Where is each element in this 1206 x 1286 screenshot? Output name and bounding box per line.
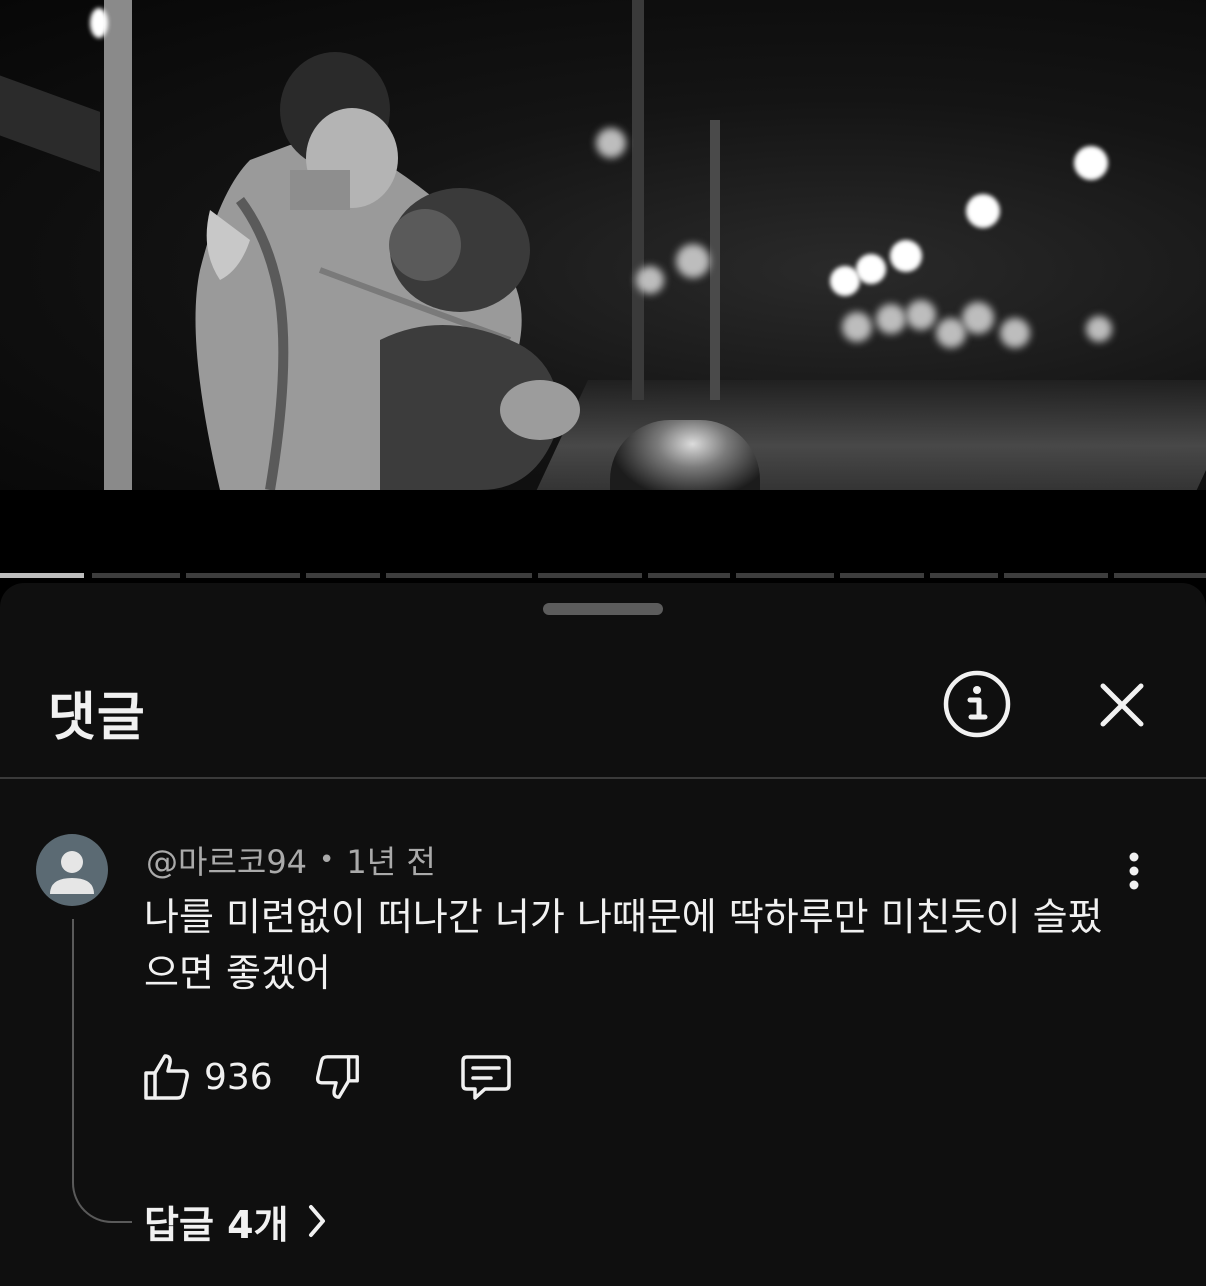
video-progress-bar[interactable]	[0, 573, 1206, 579]
progress-segment	[92, 573, 180, 578]
street-light	[936, 318, 966, 348]
street-pole	[104, 0, 132, 490]
chevron-right-icon	[307, 1203, 327, 1239]
progress-segment	[0, 573, 84, 578]
comment-text: 나를 미련없이 떠나간 너가 나때문에 딱하루만 미친듯이 슬펐으면 좋겠어	[144, 895, 1103, 995]
street-light	[596, 128, 626, 158]
thread-line	[72, 919, 132, 1223]
comment-meta: @마르코94 • 1년 전	[146, 837, 436, 883]
comment-icon	[461, 1055, 511, 1100]
street-light	[1086, 316, 1112, 342]
close-button[interactable]	[1092, 675, 1152, 735]
street-light	[890, 240, 922, 272]
meta-separator: •	[319, 845, 335, 875]
like-button[interactable]: 936	[140, 1049, 273, 1105]
info-button[interactable]	[942, 669, 1012, 739]
building-roof	[0, 68, 100, 172]
street-pole	[710, 120, 720, 400]
progress-segment	[648, 573, 730, 578]
comment-author[interactable]: @마르코94	[146, 837, 307, 883]
street-light	[906, 300, 936, 330]
drag-handle[interactable]	[543, 603, 663, 615]
more-vert-icon	[1129, 852, 1139, 890]
sheet-title: 댓글	[48, 688, 146, 748]
progress-segment	[930, 573, 998, 578]
street-light	[856, 254, 886, 284]
street-light	[962, 302, 994, 334]
progress-segment	[538, 573, 642, 578]
progress-segment	[1004, 573, 1108, 578]
more-options-button[interactable]	[1114, 849, 1154, 893]
street-light	[90, 8, 108, 38]
header-divider	[0, 777, 1206, 779]
street-light	[830, 266, 860, 296]
default-avatar-icon	[50, 851, 94, 894]
embracing-couple	[195, 52, 580, 490]
like-count: 936	[204, 1056, 273, 1098]
street-pole	[632, 0, 644, 400]
street-light	[1000, 318, 1030, 348]
progress-segment	[386, 573, 532, 578]
close-icon	[1100, 683, 1144, 727]
thumb-up-icon	[144, 1054, 189, 1100]
progress-segment	[306, 573, 380, 578]
street-light	[1074, 146, 1108, 180]
comment-time: 1년 전	[346, 843, 436, 881]
video-frame[interactable]	[0, 0, 1206, 490]
street-light	[636, 266, 664, 294]
progress-segment	[186, 573, 300, 578]
replies-count-label: 답글 4개	[144, 1202, 289, 1247]
comments-sheet: 댓글 @마르코94 • 1년 전 나를 미련없이 떠나간 너가 나때문에 딱하루…	[0, 583, 1206, 1286]
progress-segment	[1114, 573, 1206, 578]
street-light	[676, 244, 710, 278]
view-replies-button[interactable]: 답글 4개	[144, 1195, 327, 1247]
street-light	[966, 194, 1000, 228]
street-light	[876, 304, 906, 334]
info-circle-icon	[943, 670, 1011, 738]
dislike-button[interactable]	[310, 1049, 366, 1105]
progress-segment	[840, 573, 924, 578]
progress-segment	[736, 573, 834, 578]
reply-button[interactable]	[456, 1049, 516, 1105]
street-light	[842, 312, 872, 342]
thumb-down-icon	[315, 1055, 359, 1099]
video-letterbox	[0, 490, 1206, 574]
avatar[interactable]	[36, 834, 108, 906]
